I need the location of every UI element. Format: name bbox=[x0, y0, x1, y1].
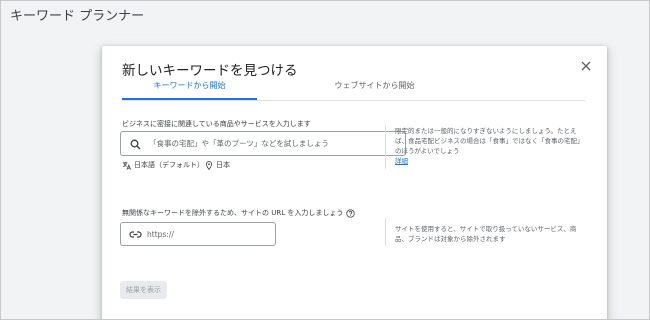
exclude-label-row: 無関係なキーワードを除外するため、サイトの URL を入力しましょう bbox=[122, 208, 356, 218]
show-results-button[interactable]: 結果を表示 bbox=[120, 281, 167, 299]
help-icon[interactable] bbox=[346, 208, 356, 218]
details-link[interactable]: 詳細 bbox=[395, 155, 408, 165]
help-divider-2 bbox=[385, 218, 386, 246]
tab-bar: キーワードから開始 ウェブサイトから開始 bbox=[122, 80, 585, 100]
language-label: 日本語（デフォルト） bbox=[134, 161, 204, 169]
translate-icon bbox=[122, 161, 131, 170]
keyword-dialog: 新しいキーワードを見つける キーワードから開始 ウェブサイトから開始 ビジネスに… bbox=[102, 46, 607, 320]
search-icon bbox=[130, 139, 141, 150]
location-selector[interactable]: 日本 bbox=[205, 160, 230, 170]
url-input-box[interactable] bbox=[120, 222, 276, 246]
keywords-label: ビジネスに密接に関連している商品やサービスを入力します bbox=[122, 120, 311, 128]
keywords-input[interactable] bbox=[149, 137, 399, 150]
exclude-help-text: サイトを使用すると、サイトで取り扱っていないサービス、商品、ブランドは対象から除… bbox=[395, 225, 577, 243]
link-icon bbox=[129, 231, 142, 238]
location-pin-icon bbox=[205, 160, 213, 170]
tab-keywords[interactable]: キーワードから開始 bbox=[122, 80, 257, 100]
keywords-input-box[interactable] bbox=[120, 131, 406, 156]
tab-website[interactable]: ウェブサイトから開始 bbox=[302, 80, 447, 100]
url-input[interactable] bbox=[147, 228, 272, 241]
page-title: キーワード プランナー bbox=[10, 9, 145, 24]
language-selector[interactable]: 日本語（デフォルト） bbox=[122, 160, 204, 170]
location-label: 日本 bbox=[216, 161, 230, 169]
exclude-label: 無関係なキーワードを除外するため、サイトの URL を入力しましょう bbox=[122, 209, 344, 217]
keywords-help-text: 限定的または一般的になりすぎないようにしましょう。たとえば、食品宅配ビジネスの場… bbox=[395, 127, 584, 155]
close-button[interactable] bbox=[579, 58, 593, 72]
close-icon bbox=[581, 61, 591, 71]
tab-divider bbox=[122, 100, 585, 101]
dialog-title: 新しいキーワードを見つける bbox=[122, 63, 298, 79]
help-divider-1 bbox=[385, 125, 386, 169]
